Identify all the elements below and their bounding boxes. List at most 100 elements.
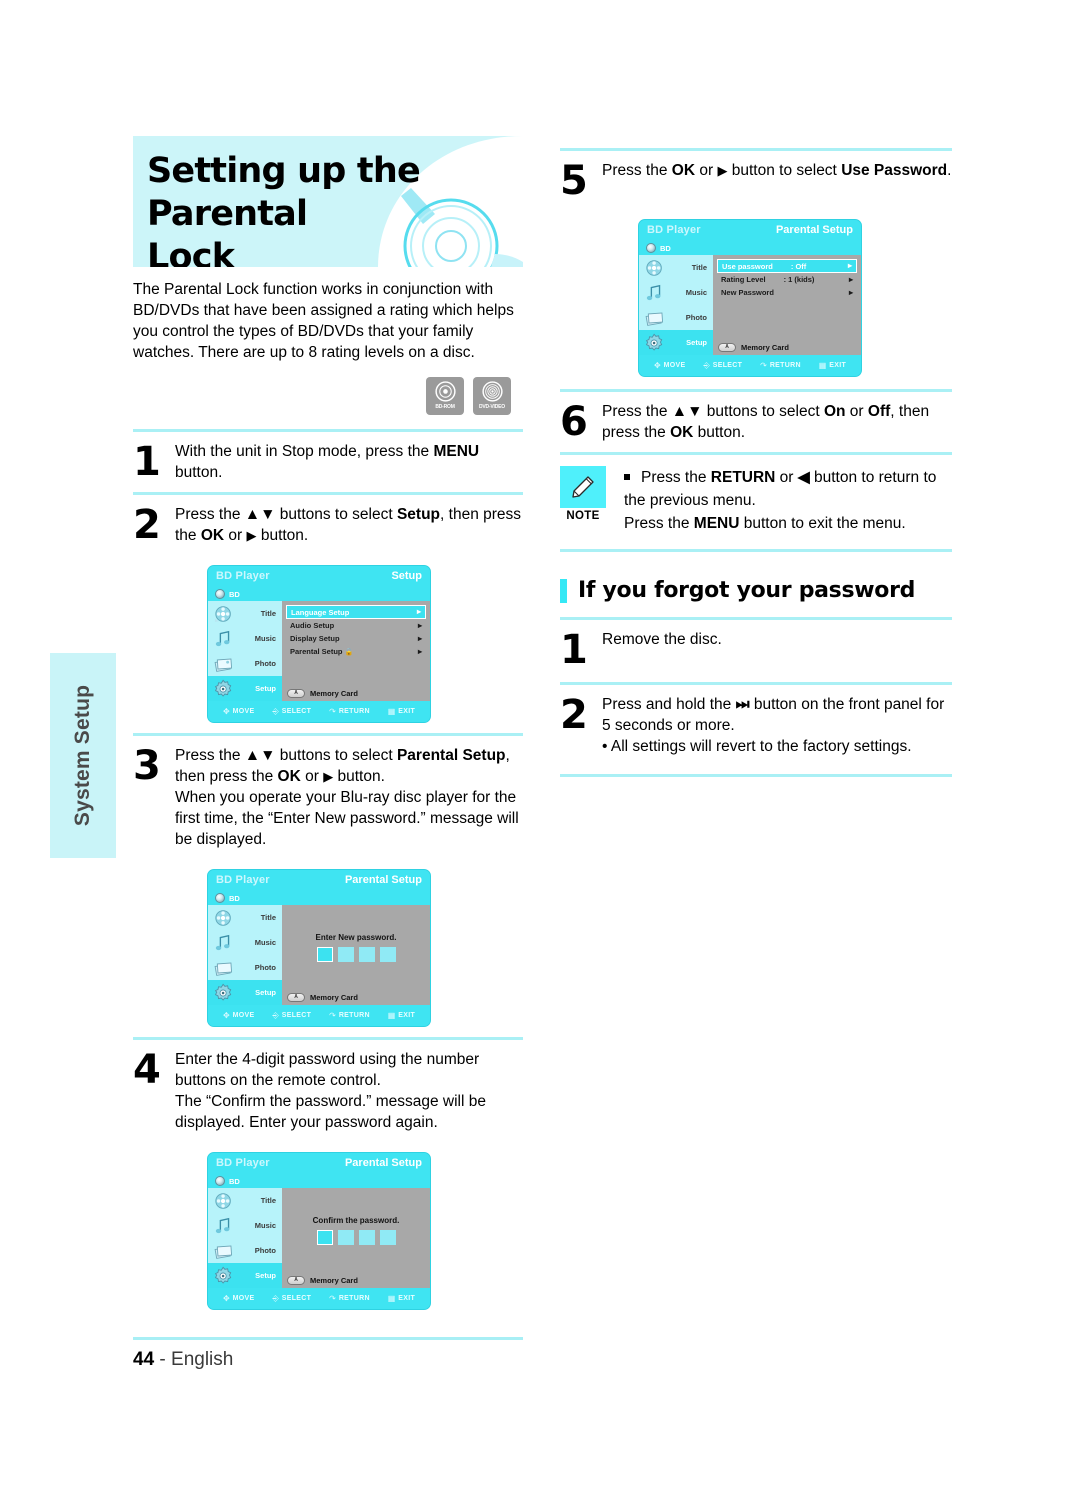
osd-sidebar-item-music[interactable]: Music	[208, 1213, 282, 1238]
osd-bottom-bar: ✥ MOVE ⎆ SELECT ↷ RETURN ▦ EXIT	[208, 701, 430, 722]
enter-icon: ⎆	[272, 1010, 279, 1020]
osd-menu-row[interactable]: New Password ▸	[717, 286, 857, 299]
page-footer: 44 - English	[133, 1337, 523, 1371]
osd-menu-row[interactable]: Rating Level : 1 (kids) ▸	[717, 273, 857, 286]
osd-button-return-label: RETURN	[338, 1012, 370, 1019]
osd-button-move[interactable]: ✥ MOVE	[653, 360, 686, 370]
osd-memory-card-row[interactable]: A Memory Card	[282, 989, 430, 1005]
osd-button-select-label: SELECT	[281, 1012, 312, 1019]
osd-memory-card-row[interactable]: A Memory Card	[282, 1272, 430, 1288]
step-2-number: 2	[133, 502, 161, 548]
film-reel-icon	[646, 259, 662, 276]
osd-sidebar-label-photo: Photo	[254, 659, 276, 668]
osd-menu-row[interactable]: Language Setup ▸	[286, 605, 426, 619]
osd-sidebar-item-title[interactable]: Title	[208, 905, 282, 930]
password-digit-box[interactable]	[337, 1229, 354, 1245]
right-column: 5 Press the OK or ▶ button to select Use…	[560, 148, 952, 777]
osd-sidebar-item-photo[interactable]: Photo	[208, 1238, 282, 1263]
password-digit-box[interactable]	[358, 946, 375, 962]
osd-menu-row[interactable]: Use password : Off ▸	[717, 259, 857, 273]
osd-button-move[interactable]: ✥ MOVE	[223, 707, 255, 716]
osd-button-exit-label: EXIT	[398, 1012, 416, 1019]
osd-button-select[interactable]: ⎆ SELECT	[272, 706, 311, 716]
gear-icon	[214, 983, 232, 1001]
note-text: Press the RETURN or ◀ button to return t…	[624, 469, 937, 532]
osd-body: Title Music Photo	[208, 905, 430, 1005]
osd-button-select[interactable]: ⎆ SELECT	[703, 361, 742, 370]
osd-button-return[interactable]: ↷ RETURN	[329, 1294, 370, 1303]
forgot-step-1-text: Remove the disc.	[602, 631, 722, 648]
pencil-icon	[572, 476, 594, 498]
password-digit-box[interactable]	[316, 1229, 333, 1245]
osd-sidebar-item-music[interactable]: Music	[208, 626, 282, 651]
osd-menu-value: : 1 (kids)	[783, 275, 815, 284]
osd-sidebar-item-music[interactable]: Music	[208, 930, 282, 955]
step-6-number: 6	[560, 399, 588, 445]
osd-button-return[interactable]: ↷ RETURN	[329, 1011, 370, 1020]
osd-sidebar-label-setup: Setup	[686, 338, 707, 347]
password-digit-box[interactable]	[337, 946, 354, 962]
osd-menu-row[interactable]: Audio Setup ▸	[286, 619, 426, 632]
password-digit-group[interactable]	[316, 946, 396, 962]
lock-icon: 🔒	[344, 648, 354, 656]
title-banner: Setting up the Parental Lock	[133, 136, 523, 267]
dpad-icon: ✥	[653, 360, 661, 370]
enter-icon: ⎆	[272, 706, 279, 716]
osd-button-exit[interactable]: ▦ EXIT	[388, 707, 415, 716]
osd-sidebar-item-title[interactable]: Title	[639, 255, 713, 280]
osd-menu-row[interactable]: Display Setup ▸	[286, 632, 426, 645]
osd-button-exit[interactable]: ▦ EXIT	[388, 1294, 415, 1303]
osd-sidebar-item-photo[interactable]: Photo	[208, 955, 282, 980]
password-digit-box[interactable]	[379, 1229, 396, 1245]
osd-memory-card-row[interactable]: A Memory Card	[713, 339, 861, 355]
osd-sidebar-item-setup[interactable]: Setup	[639, 330, 713, 355]
osd-sidebar-item-photo[interactable]: Photo	[639, 305, 713, 330]
osd-sidebar-item-title[interactable]: Title	[208, 1188, 282, 1213]
osd-button-move[interactable]: ✥ MOVE	[223, 1011, 255, 1020]
osd-menu-label: Parental Setup	[290, 647, 343, 656]
note-block: NOTE Press the RETURN or ◀ button to ret…	[560, 455, 952, 549]
password-digit-box[interactable]	[358, 1229, 375, 1245]
osd-panel: Language Setup ▸ Audio Setup ▸ Display S…	[282, 601, 430, 701]
osd-button-return[interactable]: ↷ RETURN	[760, 361, 801, 370]
osd-body: Title Music Photo	[639, 255, 861, 355]
osd-memory-card-label: Memory Card	[310, 1275, 358, 1285]
osd-sidebar-item-setup[interactable]: Setup	[208, 1263, 282, 1288]
step-6-text: Press the ▲▼ buttons to select On or Off…	[602, 403, 930, 441]
left-column: Setting up the Parental Lock The Parenta…	[133, 136, 523, 1314]
forgot-step-1: 1 Remove the disc.	[560, 620, 952, 682]
chevron-right-icon: ▸	[417, 620, 422, 630]
osd-button-exit[interactable]: ▦ EXIT	[388, 1011, 416, 1020]
osd-button-exit[interactable]: ▦ EXIT	[819, 361, 846, 370]
osd-memory-card-label: Memory Card	[310, 992, 358, 1002]
disc-logo-group: BD-ROM DVD-VIDEO	[133, 377, 523, 415]
osd-menu-row[interactable]: Parental Setup 🔒 ▸	[286, 645, 426, 658]
section-side-tab: System Setup	[50, 653, 116, 858]
osd-sidebar-item-setup[interactable]: Setup	[208, 676, 282, 701]
osd-sidebar-label-photo: Photo	[685, 313, 707, 322]
password-digit-box[interactable]	[379, 946, 396, 962]
password-digit-box[interactable]	[316, 946, 333, 962]
page-title-line2: Lock	[147, 237, 235, 267]
osd-sidebar-item-photo[interactable]: Photo	[208, 651, 282, 676]
chevron-right-icon: ▸	[417, 633, 422, 643]
osd-memory-card-row[interactable]: A Memory Card	[282, 685, 430, 701]
osd-header: BD Player Setup	[208, 566, 430, 587]
osd-source-row: BD	[639, 241, 861, 255]
note-label: NOTE	[566, 510, 600, 522]
osd-sidebar-item-title[interactable]: Title	[208, 601, 282, 626]
step-1: 1 With the unit in Stop mode, press the …	[133, 432, 523, 492]
osd-sidebar-label-title: Title	[260, 913, 276, 922]
osd-panel: Confirm the password. A Memory Card	[282, 1188, 430, 1288]
osd-sidebar-item-setup[interactable]: Setup	[208, 980, 282, 1005]
osd-button-select[interactable]: ⎆ SELECT	[272, 1294, 311, 1303]
osd-source-label: BD	[660, 243, 671, 253]
password-digit-group[interactable]	[316, 1229, 396, 1245]
osd-button-select[interactable]: ⎆ SELECT	[272, 1010, 312, 1020]
photos-stack-icon	[645, 311, 664, 326]
osd-sidebar-item-music[interactable]: Music	[639, 280, 713, 305]
osd-source-label: BD	[229, 589, 240, 599]
osd-button-move[interactable]: ✥ MOVE	[223, 1294, 255, 1303]
osd-button-move-label: MOVE	[232, 1012, 255, 1019]
osd-button-return[interactable]: ↷ RETURN	[329, 707, 370, 716]
